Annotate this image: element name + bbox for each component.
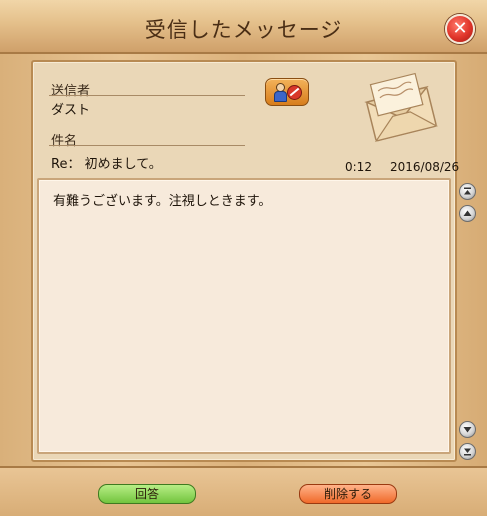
scroll-up-icon[interactable] [459,205,476,222]
message-body-box[interactable]: 有難うございます。注視しときます。 [37,178,451,454]
scroll-to-top-icon[interactable] [459,183,476,200]
message-header: 送信者 ダスト 件名 Re： 初めまして。 0:12 2016/08/26 [39,66,459,176]
subject-label: 件名 [51,134,78,149]
message-time: 0:12 [345,160,372,174]
message-body: 有難うございます。注視しときます。 [53,194,272,209]
reply-button[interactable]: 回答 [98,484,196,504]
scroll-down-icon[interactable] [459,421,476,438]
window-title: 受信したメッセージ [144,18,343,42]
message-date: 2016/08/26 [390,160,460,174]
sender-name: ダスト [51,103,91,118]
subject-text: Re： 初めまして。 [51,157,162,172]
sender-divider [49,95,245,96]
title-bar: 受信したメッセージ ✕ [0,0,487,54]
footer-bar: 回答 削除する [0,466,487,516]
sender-label: 送信者 [51,84,91,99]
block-icon [287,85,302,100]
delete-button[interactable]: 削除する [299,484,397,504]
contact-button[interactable] [265,78,309,106]
message-window: 受信したメッセージ ✕ 送信者 ダスト 件名 Re： 初めまして。 0:12 2… [0,0,487,516]
subject-divider [49,145,245,146]
envelope-icon [364,72,439,142]
person-icon [274,83,287,102]
scroll-to-bottom-icon[interactable] [459,443,476,460]
message-panel: 送信者 ダスト 件名 Re： 初めまして。 0:12 2016/08/26 有難… [31,60,459,462]
close-icon[interactable]: ✕ [445,14,475,44]
